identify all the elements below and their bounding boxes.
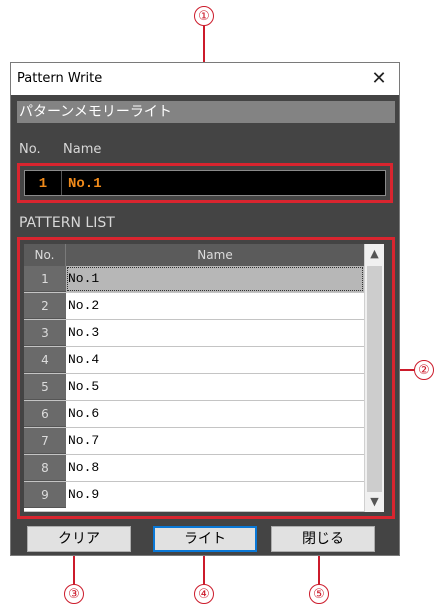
row-name: No.7 <box>68 433 100 448</box>
row-name: No.8 <box>68 460 100 475</box>
row-no: 9 <box>24 482 66 508</box>
column-header-name[interactable]: Name <box>66 244 364 266</box>
table-row[interactable]: 8 No.8 <box>24 455 364 482</box>
pattern-list-highlight: No. Name 1 No.1 2 No.2 3 No.3 4 No.4 5 N… <box>17 237 395 519</box>
callout-4: ④ <box>194 584 214 604</box>
pattern-write-dialog: Pattern Write ✕ パターンメモリーライト No. Name 1 N… <box>10 62 400 556</box>
table-row[interactable]: 7 No.7 <box>24 428 364 455</box>
row-name: No.1 <box>66 266 364 292</box>
name-label: Name <box>63 142 102 157</box>
row-no: 2 <box>24 293 66 319</box>
row-name: No.4 <box>68 352 100 367</box>
row-no: 4 <box>24 347 66 373</box>
row-no: 1 <box>24 266 66 292</box>
title-bar: Pattern Write ✕ <box>11 63 399 95</box>
scrollbar-thumb[interactable] <box>367 266 382 492</box>
table-row[interactable]: 3 No.3 <box>24 320 364 347</box>
list-scrollbar[interactable]: ▲ ▼ <box>364 244 384 512</box>
table-row[interactable]: 6 No.6 <box>24 401 364 428</box>
close-icon[interactable]: ✕ <box>367 63 391 95</box>
row-name: No.9 <box>68 487 100 502</box>
row-no: 6 <box>24 401 66 427</box>
chevron-up-icon[interactable]: ▲ <box>365 244 384 264</box>
row-no: 5 <box>24 374 66 400</box>
write-button[interactable]: ライト <box>153 526 257 552</box>
clear-button[interactable]: クリア <box>27 526 131 552</box>
column-header-no[interactable]: No. <box>24 244 66 266</box>
current-pattern-highlight: 1 No.1 <box>17 163 393 203</box>
callout-2: ② <box>414 360 434 380</box>
button-row: クリア ライト 閉じる <box>17 523 393 552</box>
row-no: 3 <box>24 320 66 346</box>
row-name: No.5 <box>68 379 100 394</box>
row-no: 7 <box>24 428 66 454</box>
close-button[interactable]: 閉じる <box>271 526 375 552</box>
callout-3-leader <box>73 552 75 584</box>
table-row[interactable]: 4 No.4 <box>24 347 364 374</box>
callout-5: ⑤ <box>309 584 329 604</box>
row-name: No.2 <box>68 298 100 313</box>
table-header: No. Name <box>24 244 364 266</box>
pattern-list-label: PATTERN LIST <box>19 215 115 231</box>
callout-1: ① <box>194 6 214 26</box>
table-row[interactable]: 9 No.9 <box>24 482 364 512</box>
callout-3: ③ <box>64 584 84 604</box>
table-row[interactable]: 5 No.5 <box>24 374 364 401</box>
current-pattern-field[interactable]: 1 No.1 <box>24 170 386 196</box>
callout-4-leader <box>203 552 205 584</box>
current-pattern-name: No.1 <box>61 171 102 195</box>
chevron-down-icon[interactable]: ▼ <box>365 492 384 512</box>
row-name: No.3 <box>68 325 100 340</box>
dialog-heading: パターンメモリーライト <box>17 101 395 123</box>
row-no: 8 <box>24 455 66 481</box>
row-name: No.6 <box>68 406 100 421</box>
table-row[interactable]: 1 No.1 <box>24 266 364 293</box>
table-row[interactable]: 2 No.2 <box>24 293 364 320</box>
current-pattern-no: 1 <box>38 176 48 192</box>
window-title: Pattern Write <box>17 71 103 86</box>
no-label: No. <box>19 142 41 157</box>
pattern-list-table: No. Name 1 No.1 2 No.2 3 No.3 4 No.4 5 N… <box>24 244 364 512</box>
callout-5-leader <box>318 552 320 584</box>
